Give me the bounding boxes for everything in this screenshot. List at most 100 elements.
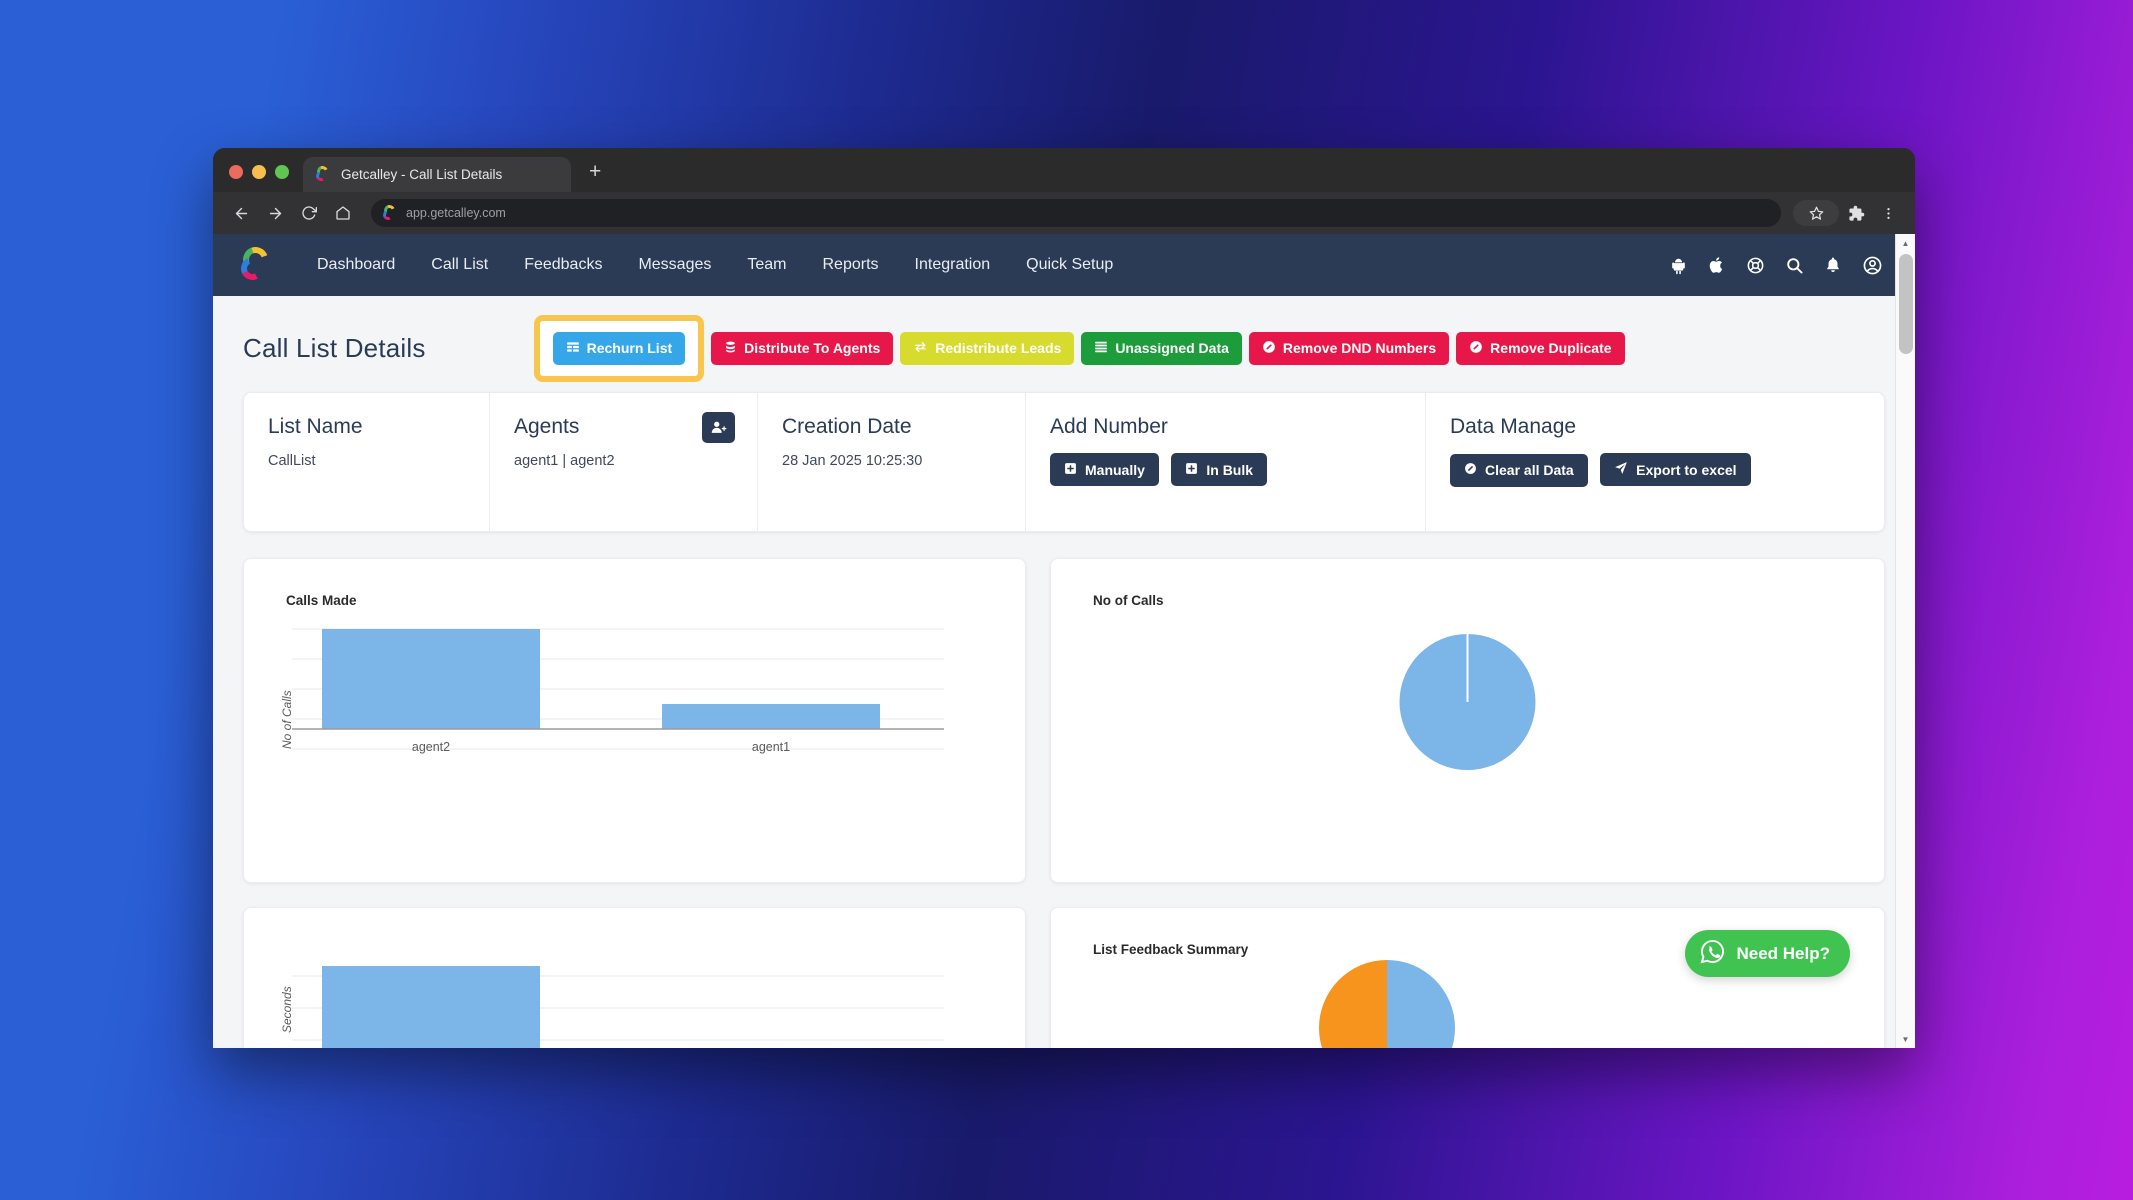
- export-to-excel-label: Export to excel: [1636, 461, 1737, 478]
- nav-item-team[interactable]: Team: [729, 256, 804, 274]
- list-feedback-summary-pie-chart: [1319, 960, 1455, 1048]
- redistribute-leads-button[interactable]: Redistribute Leads: [900, 331, 1075, 365]
- app-navbar: Dashboard Call List Feedbacks Messages T…: [213, 234, 1915, 296]
- address-bar[interactable]: app.getcalley.com: [371, 199, 1781, 227]
- agents-title: Agents: [514, 415, 580, 438]
- rechurn-list-button[interactable]: Rechurn List: [552, 331, 686, 365]
- browser-toolbar: app.getcalley.com: [213, 192, 1915, 234]
- browser-window: Getcalley - Call List Details + app.getc…: [213, 148, 1915, 1048]
- card-agents: Agents agent1 | agent2: [490, 393, 758, 531]
- duration-chart-panel: Seconds: [243, 907, 1026, 1048]
- nav-item-messages[interactable]: Messages: [620, 256, 729, 274]
- home-icon[interactable]: [327, 197, 359, 229]
- add-in-bulk-button[interactable]: In Bulk: [1171, 453, 1268, 486]
- no-of-calls-pie-chart: [1399, 634, 1536, 770]
- card-creation-date: Creation Date 28 Jan 2025 10:25:30: [758, 393, 1026, 531]
- forward-arrow-icon[interactable]: [259, 197, 291, 229]
- redistribute-leads-label: Redistribute Leads: [935, 340, 1062, 356]
- search-icon[interactable]: [1785, 256, 1804, 275]
- add-manually-button[interactable]: Manually: [1050, 453, 1159, 486]
- nav-item-call-list[interactable]: Call List: [413, 256, 506, 274]
- window-controls[interactable]: [213, 165, 303, 192]
- apple-icon[interactable]: [1708, 256, 1726, 274]
- card-add-number: Add Number Manually In Bulk: [1026, 393, 1426, 531]
- export-to-excel-button[interactable]: Export to excel: [1600, 453, 1751, 486]
- page-viewport: Dashboard Call List Feedbacks Messages T…: [213, 234, 1915, 1048]
- remove-dnd-numbers-label: Remove DND Numbers: [1282, 340, 1437, 356]
- nav-item-reports[interactable]: Reports: [805, 256, 897, 274]
- ban-icon: [1469, 340, 1483, 357]
- browser-tab[interactable]: Getcalley - Call List Details: [303, 157, 571, 192]
- nav-item-quick-setup[interactable]: Quick Setup: [1008, 256, 1131, 274]
- bookmark-container[interactable]: [1793, 200, 1839, 226]
- need-help-whatsapp-button[interactable]: Need Help?: [1685, 930, 1850, 977]
- add-number-title: Add Number: [1050, 415, 1168, 438]
- add-manually-label: Manually: [1085, 461, 1145, 478]
- rechurn-list-highlight: Rechurn List: [533, 314, 705, 382]
- ban-icon: [1464, 462, 1477, 478]
- browser-tab-strip: Getcalley - Call List Details +: [213, 148, 1915, 192]
- database-icon: [724, 340, 737, 357]
- remove-duplicate-label: Remove Duplicate: [1490, 340, 1612, 356]
- svg-text:agent2: agent2: [412, 740, 450, 754]
- reload-icon[interactable]: [293, 197, 325, 229]
- page-title: Call List Details: [243, 332, 426, 363]
- close-window-button[interactable]: [229, 165, 243, 179]
- nav-item-feedbacks[interactable]: Feedbacks: [506, 256, 620, 274]
- site-favicon-icon: [381, 202, 399, 222]
- nav-item-integration[interactable]: Integration: [897, 256, 1009, 274]
- remove-duplicate-button[interactable]: Remove Duplicate: [1456, 331, 1625, 365]
- card-list-name: List Name CallList: [244, 393, 490, 531]
- android-icon[interactable]: [1669, 256, 1688, 275]
- add-in-bulk-label: In Bulk: [1206, 461, 1254, 478]
- scroll-down-arrow-icon[interactable]: ▼: [1896, 1030, 1915, 1048]
- send-icon: [1614, 461, 1628, 478]
- new-tab-button[interactable]: +: [589, 161, 601, 182]
- list-feedback-summary-panel: List Feedback Summary Need Help?: [1050, 907, 1885, 1048]
- creation-date-value: 28 Jan 2025 10:25:30: [782, 453, 923, 469]
- nav-item-dashboard[interactable]: Dashboard: [299, 256, 413, 274]
- remove-dnd-numbers-button[interactable]: Remove DND Numbers: [1248, 331, 1450, 365]
- calls-made-bar-chart: agent2 agent1: [292, 628, 944, 754]
- star-icon[interactable]: [1801, 198, 1831, 228]
- scrollbar-thumb[interactable]: [1899, 254, 1913, 354]
- ban-icon: [1262, 340, 1276, 357]
- plus-square-icon: [1185, 462, 1198, 478]
- charts-row-1: Calls Made No of Calls agent2 agent1 No …: [243, 558, 1885, 883]
- calls-made-chart-panel: Calls Made No of Calls agent2 agent1: [243, 558, 1026, 883]
- maximize-window-button[interactable]: [275, 165, 289, 179]
- creation-date-title: Creation Date: [782, 415, 912, 438]
- lifebuoy-support-icon[interactable]: [1746, 256, 1765, 275]
- clear-all-data-button[interactable]: Clear all Data: [1450, 453, 1588, 487]
- unassigned-data-label: Unassigned Data: [1115, 340, 1229, 356]
- rechurn-list-label: Rechurn List: [586, 340, 673, 356]
- distribute-to-agents-button[interactable]: Distribute To Agents: [711, 331, 894, 365]
- favicon-getcalley-icon: [314, 164, 332, 183]
- plus-square-icon: [1064, 462, 1077, 478]
- page-scrollbar[interactable]: ▲ ▼: [1895, 234, 1915, 1048]
- minimize-window-button[interactable]: [252, 165, 266, 179]
- profile-icon[interactable]: [1862, 255, 1883, 276]
- table-icon: [566, 340, 580, 357]
- unassigned-data-button[interactable]: Unassigned Data: [1081, 331, 1242, 365]
- whatsapp-icon: [1699, 938, 1726, 970]
- clear-all-data-label: Clear all Data: [1485, 462, 1574, 478]
- need-help-label: Need Help?: [1736, 943, 1830, 963]
- page-header-row: Call List Details Rechurn List Distribut…: [243, 296, 1885, 392]
- info-cards-row: List Name CallList Agents agent1 | agent…: [243, 392, 1885, 532]
- list-icon: [1094, 340, 1108, 357]
- kebab-menu-icon[interactable]: [1873, 198, 1903, 228]
- add-user-icon[interactable]: [702, 412, 735, 443]
- distribute-to-agents-label: Distribute To Agents: [744, 340, 881, 356]
- svg-text:agent1: agent1: [752, 740, 790, 754]
- getcalley-logo-icon[interactable]: [237, 242, 277, 285]
- agents-value: agent1 | agent2: [514, 453, 615, 469]
- puzzle-icon[interactable]: [1841, 198, 1871, 228]
- url-text: app.getcalley.com: [406, 206, 506, 220]
- back-arrow-icon[interactable]: [225, 197, 257, 229]
- page-content: Call List Details Rechurn List Distribut…: [213, 296, 1915, 1048]
- duration-bar-chart: [292, 966, 944, 1048]
- bell-icon[interactable]: [1824, 256, 1842, 274]
- no-of-calls-chart-panel: No of Calls: [1050, 558, 1885, 883]
- scroll-up-arrow-icon[interactable]: ▲: [1896, 234, 1915, 252]
